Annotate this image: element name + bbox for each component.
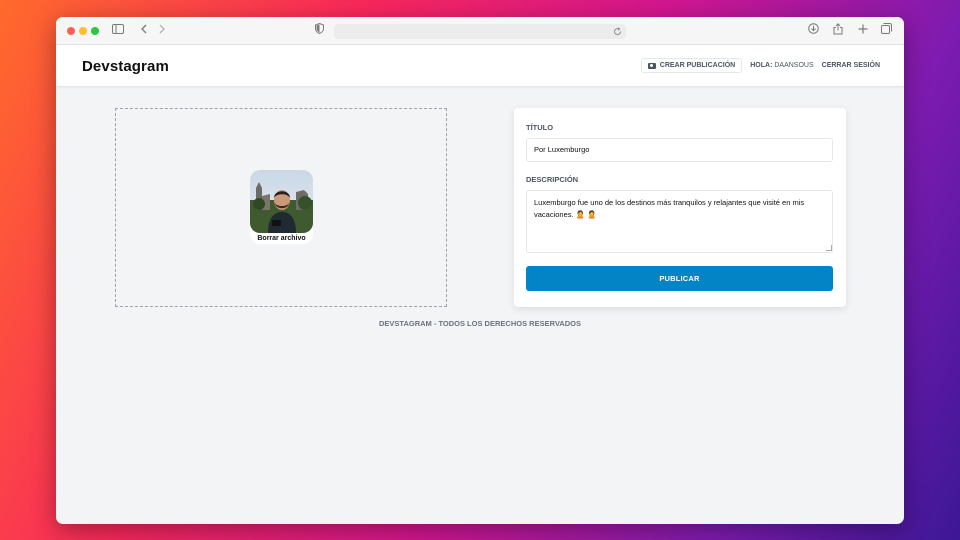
browser-window: Devstagram Crear Publicación Hola: daans… — [56, 17, 904, 524]
title-input[interactable]: Por Luxemburgo — [526, 138, 833, 162]
uploaded-photo — [250, 170, 313, 233]
title-label: Título — [526, 123, 554, 132]
description-textarea[interactable]: Luxemburgo fue uno de los destinos más t… — [526, 190, 833, 253]
create-post-button[interactable]: Crear Publicación — [640, 58, 743, 73]
greeting-label: Hola: — [750, 62, 773, 69]
textarea-resize-handle[interactable] — [826, 245, 832, 251]
post-form: Título Por Luxemburgo Descripción Luxemb… — [514, 108, 846, 307]
browser-toolbar — [56, 17, 904, 45]
new-tab-icon[interactable] — [858, 23, 868, 37]
download-icon[interactable] — [808, 23, 819, 37]
site-logo[interactable]: Devstagram — [82, 58, 169, 75]
user-greeting[interactable]: Hola: daansous — [750, 62, 813, 69]
address-bar[interactable] — [334, 24, 626, 39]
description-text: Luxemburgo fue uno de los destinos más t… — [534, 198, 805, 219]
username: daansous — [774, 62, 814, 69]
create-post-label: Crear Publicación — [659, 62, 736, 69]
site-header: Devstagram Crear Publicación Hola: daans… — [56, 45, 904, 87]
share-icon[interactable] — [833, 23, 843, 38]
forward-icon[interactable] — [159, 23, 166, 37]
description-emojis: 🙎 🙎 — [575, 210, 597, 219]
camera-icon — [647, 62, 656, 69]
maximize-window-button[interactable] — [91, 27, 99, 35]
tabs-icon[interactable] — [881, 23, 892, 37]
remove-file-link[interactable]: Borrar archivo — [250, 234, 313, 244]
site-footer: Devstagram - Todos los derechos reservad… — [379, 319, 581, 328]
reload-icon[interactable] — [613, 25, 622, 39]
header-nav: Crear Publicación Hola: daansous Cerrar … — [640, 58, 880, 73]
minimize-window-button[interactable] — [79, 27, 87, 35]
back-icon[interactable] — [140, 23, 147, 37]
close-window-button[interactable] — [67, 27, 75, 35]
image-dropzone[interactable]: Borrar archivo — [115, 108, 447, 307]
sidebar-icon[interactable] — [112, 23, 124, 37]
logout-button[interactable]: Cerrar Sesión — [822, 62, 880, 69]
description-label: Descripción — [526, 175, 579, 184]
publish-button[interactable]: Publicar — [526, 266, 833, 291]
image-preview: Borrar archivo — [250, 170, 313, 244]
shield-icon — [315, 22, 324, 37]
